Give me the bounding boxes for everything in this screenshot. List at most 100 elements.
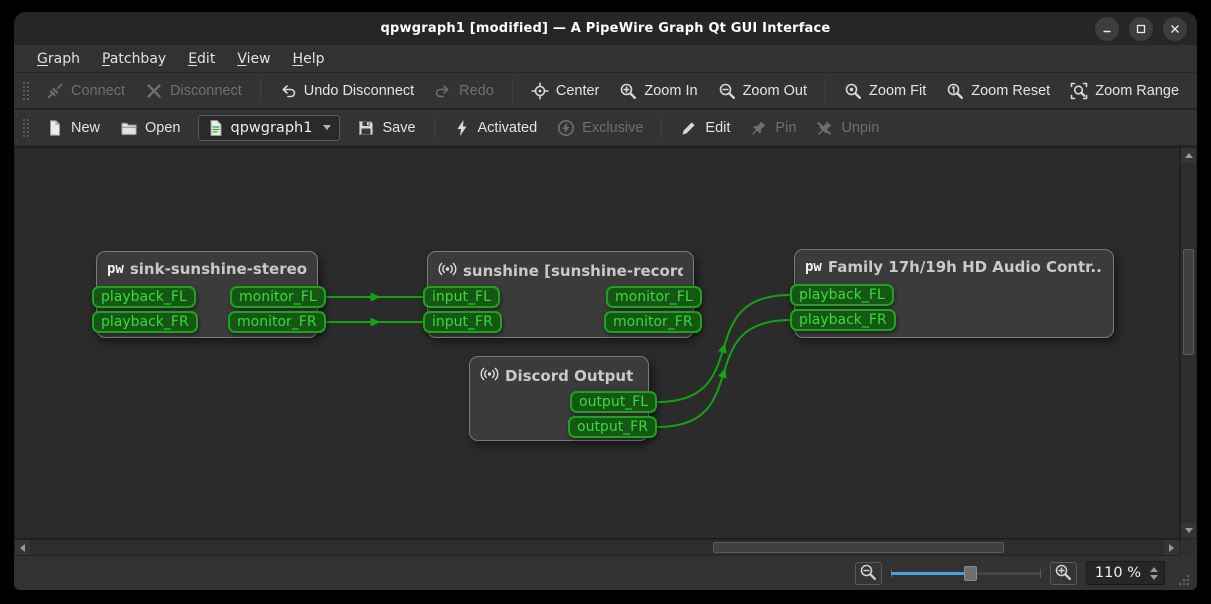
horizontal-scrollbar-thumb[interactable] xyxy=(713,542,1005,553)
connection-arrow-icon xyxy=(370,317,381,327)
title-bar[interactable]: qpwgraph1 [modified] — A PipeWire Graph … xyxy=(14,12,1197,45)
zoom-out-button[interactable] xyxy=(854,561,882,585)
toolbar-button-label: Zoom Range xyxy=(1095,82,1180,99)
save-button[interactable]: Save xyxy=(348,113,424,143)
toolbar-drag-handle[interactable] xyxy=(22,117,29,138)
scroll-down-button[interactable] xyxy=(1181,523,1196,538)
port-monitor-fr[interactable]: monitor_FR xyxy=(228,311,326,333)
disconnect-icon xyxy=(145,82,163,100)
zoom-slider[interactable] xyxy=(890,562,1041,584)
toolbar-separator xyxy=(661,115,663,140)
toolbar-button-label: Zoom Out xyxy=(742,82,808,99)
menu-help[interactable]: Help xyxy=(284,48,334,70)
port-monitor-fl[interactable]: monitor_FL xyxy=(230,286,326,308)
scroll-right-button[interactable] xyxy=(1164,540,1179,555)
zoom-out-button[interactable]: Zoom Out xyxy=(709,76,816,106)
toolbar-button-label: Open xyxy=(145,119,181,136)
connection-arrow-icon xyxy=(718,367,727,379)
connection-arrow-icon xyxy=(370,292,381,302)
toolbar-graph: Connect Disconnect Undo Disconnect Redo Cent… xyxy=(14,73,1197,110)
zoom-in-icon xyxy=(619,82,637,100)
redo-button: Redo xyxy=(425,76,503,106)
port-playback-fr[interactable]: playback_FR xyxy=(92,311,198,333)
new-button[interactable]: New xyxy=(37,113,109,143)
center-button[interactable]: Center xyxy=(522,76,609,106)
node-title: sunshine [sunshine-record] xyxy=(463,262,683,280)
graph-canvas[interactable]: pw sink-sunshine-stereo playback_FL playbac… xyxy=(14,147,1180,539)
vertical-scrollbar[interactable] xyxy=(1180,147,1197,539)
window-title: qpwgraph1 [modified] — A PipeWire Graph … xyxy=(380,21,831,36)
connections-layer xyxy=(325,292,791,428)
zoom-out-icon xyxy=(859,563,877,584)
port-monitor-fr[interactable]: monitor_FR xyxy=(604,311,702,333)
zoom-fit-icon xyxy=(844,82,862,100)
scroll-up-button[interactable] xyxy=(1181,148,1196,163)
zoom-reset-icon xyxy=(946,82,964,100)
edit-button[interactable]: Edit xyxy=(671,113,739,143)
port-output-fr[interactable]: output_FR xyxy=(568,416,657,438)
toolbar-separator xyxy=(259,78,261,103)
connect-icon xyxy=(46,82,64,100)
toolbar-button-label: Center xyxy=(555,82,600,99)
toolbar-button-label: Activated xyxy=(477,119,538,136)
node-header: sunshine [sunshine-record] xyxy=(428,252,693,282)
node-header: pw sink-sunshine-stereo xyxy=(97,252,317,278)
minimize-button[interactable] xyxy=(1095,16,1119,41)
scroll-left-button[interactable] xyxy=(15,540,30,555)
toolbar-drag-handle[interactable] xyxy=(22,80,29,101)
toolbar-button-label: Edit xyxy=(705,119,731,136)
menu-view[interactable]: View xyxy=(228,48,279,70)
toolbar-button-label: Save xyxy=(382,119,416,136)
undo-icon xyxy=(279,82,297,100)
minimize-icon xyxy=(1103,30,1111,32)
menu-patchbay[interactable]: Patchbay xyxy=(93,48,175,70)
port-playback-fl[interactable]: playback_FL xyxy=(790,284,894,306)
edit-icon xyxy=(680,119,698,137)
zoom-fit-button[interactable]: Zoom Fit xyxy=(835,76,935,106)
menu-edit[interactable]: Edit xyxy=(179,48,224,70)
close-button[interactable] xyxy=(1163,16,1187,41)
menu-graph[interactable]: Graph xyxy=(28,48,89,70)
exclusive-button: Exclusive xyxy=(548,113,652,143)
chevron-down-icon xyxy=(323,125,332,130)
arrow-left-icon xyxy=(20,543,25,552)
slider-handle[interactable] xyxy=(964,566,978,581)
node-header: pw Family 17h/19h HD Audio Contr... xyxy=(795,250,1113,276)
toolbar-button-label: Zoom Fit xyxy=(869,82,927,99)
zoom-range-icon xyxy=(1070,82,1088,100)
zoom-reset-button[interactable]: Zoom Reset xyxy=(937,76,1059,106)
zoom-range-button[interactable]: Zoom Range xyxy=(1061,76,1188,106)
pin-button: Pin xyxy=(741,113,805,143)
node-title: Family 17h/19h HD Audio Contr... xyxy=(827,258,1103,276)
arrow-down-icon xyxy=(1184,528,1193,533)
zoom-in-button[interactable] xyxy=(1049,561,1077,585)
audio-stream-icon xyxy=(480,365,499,387)
port-input-fr[interactable]: input_FR xyxy=(423,311,502,333)
port-output-fl[interactable]: output_FL xyxy=(570,391,658,413)
patchbay-profile-combobox[interactable]: qpwgraph1 xyxy=(197,114,341,141)
spin-arrows[interactable] xyxy=(1147,565,1161,582)
window-controls xyxy=(1095,12,1187,45)
port-playback-fr[interactable]: playback_FR xyxy=(790,309,896,331)
maximize-button[interactable] xyxy=(1129,16,1153,41)
horizontal-scrollbar[interactable] xyxy=(14,539,1180,556)
app-window: qpwgraph1 [modified] — A PipeWire Graph … xyxy=(14,12,1197,590)
toolbar-patchbay: New Open qpwgraph1 Save Activated Exclusive Ed… xyxy=(14,110,1197,147)
menu-bar: Graph Patchbay Edit View Help xyxy=(14,45,1197,73)
slider-fill xyxy=(890,572,971,575)
port-playback-fl[interactable]: playback_FL xyxy=(92,286,196,308)
undo-disconnect-button[interactable]: Undo Disconnect xyxy=(270,76,423,106)
vertical-scrollbar-thumb[interactable] xyxy=(1183,249,1194,355)
zoom-spinbox[interactable]: 110 % xyxy=(1085,561,1165,585)
combobox-value: qpwgraph1 xyxy=(230,119,313,136)
open-button[interactable]: Open xyxy=(111,113,189,143)
pin-icon xyxy=(750,119,768,137)
disconnect-button: Disconnect xyxy=(136,76,251,106)
zoom-in-button[interactable]: Zoom In xyxy=(610,76,706,106)
port-monitor-fl[interactable]: monitor_FL xyxy=(606,286,702,308)
activated-button[interactable]: Activated xyxy=(444,113,547,143)
toolbar-button-label: Unpin xyxy=(841,119,880,136)
spin-down-icon xyxy=(1150,574,1158,580)
resize-grip[interactable] xyxy=(1176,572,1191,587)
port-input-fl[interactable]: input_FL xyxy=(423,286,500,308)
